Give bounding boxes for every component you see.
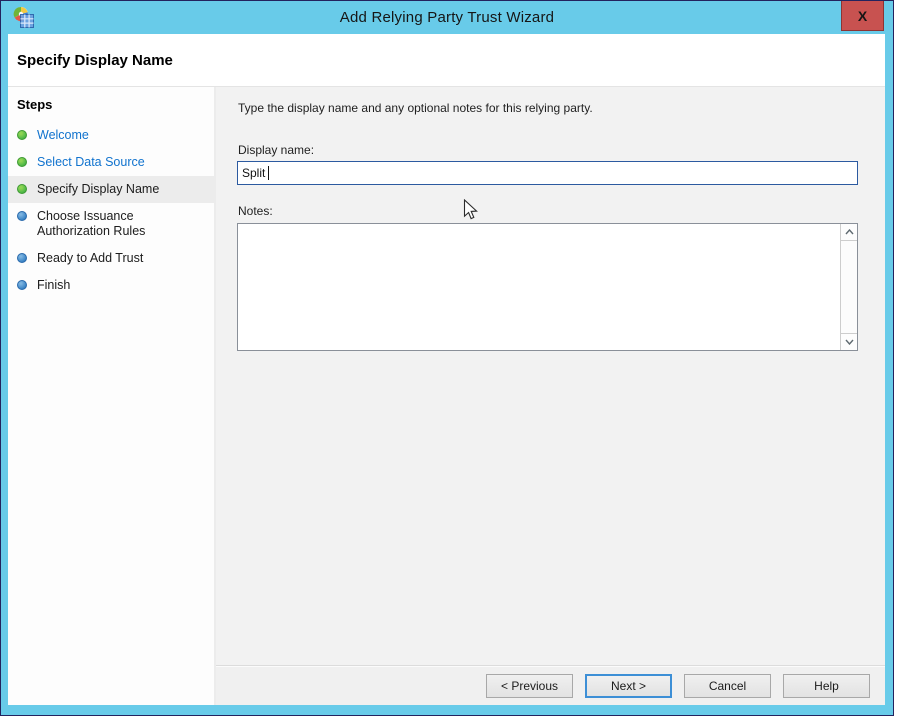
sidebar-step-finish[interactable]: Finish bbox=[8, 272, 214, 299]
notes-field bbox=[237, 223, 858, 351]
help-button[interactable]: Help bbox=[783, 674, 870, 698]
text-caret bbox=[268, 166, 269, 180]
step-completed-icon bbox=[17, 184, 27, 194]
close-icon: X bbox=[858, 8, 867, 24]
chevron-up-icon bbox=[845, 229, 854, 235]
desktop-background: { "window": { "title": "Add Relying Part… bbox=[0, 0, 900, 725]
close-button[interactable]: X bbox=[841, 1, 884, 31]
intro-text: Type the display name and any optional n… bbox=[238, 101, 593, 115]
adfs-wizard-icon bbox=[12, 6, 36, 30]
sidebar-step-ready-to-add-trust[interactable]: Ready to Add Trust bbox=[8, 245, 214, 272]
scroll-down-button[interactable] bbox=[841, 333, 857, 350]
display-name-input[interactable] bbox=[237, 161, 858, 185]
page-header: Specify Display Name bbox=[8, 34, 885, 87]
step-upcoming-icon bbox=[17, 253, 27, 263]
sidebar-step-welcome[interactable]: Welcome bbox=[8, 122, 214, 149]
notes-input[interactable] bbox=[238, 224, 843, 354]
next-button[interactable]: Next > bbox=[585, 674, 672, 698]
form-content: Type the display name and any optional n… bbox=[216, 87, 885, 665]
scroll-up-button[interactable] bbox=[841, 224, 857, 241]
titlebar[interactable]: Add Relying Party Trust Wizard X bbox=[1, 1, 893, 34]
step-completed-icon bbox=[17, 157, 27, 167]
sidebar-step-specify-display-name[interactable]: Specify Display Name bbox=[8, 176, 214, 203]
step-upcoming-icon bbox=[17, 280, 27, 290]
steps-sidebar: Steps Welcome Select Data Source Specify… bbox=[8, 87, 216, 705]
button-bar: < Previous Next > Cancel Help bbox=[216, 665, 885, 705]
notes-scrollbar[interactable] bbox=[840, 224, 857, 350]
cancel-button[interactable]: Cancel bbox=[684, 674, 771, 698]
notes-label: Notes: bbox=[238, 204, 273, 218]
mouse-cursor-icon bbox=[463, 199, 479, 226]
chevron-down-icon bbox=[845, 339, 854, 345]
step-completed-icon bbox=[17, 130, 27, 140]
wizard-dialog: Add Relying Party Trust Wizard X Specify… bbox=[0, 0, 894, 716]
dialog-body: Specify Display Name Steps Welcome Selec… bbox=[8, 34, 885, 705]
display-name-label: Display name: bbox=[238, 143, 314, 157]
sidebar-step-choose-issuance-authorization-rules[interactable]: Choose Issuance Authorization Rules bbox=[8, 203, 214, 245]
window-title: Add Relying Party Trust Wizard bbox=[340, 9, 554, 26]
previous-button[interactable]: < Previous bbox=[486, 674, 573, 698]
step-upcoming-icon bbox=[17, 211, 27, 221]
page-title: Specify Display Name bbox=[17, 52, 173, 69]
steps-heading: Steps bbox=[8, 95, 214, 122]
main-pane: Type the display name and any optional n… bbox=[216, 87, 885, 705]
sidebar-step-select-data-source[interactable]: Select Data Source bbox=[8, 149, 214, 176]
